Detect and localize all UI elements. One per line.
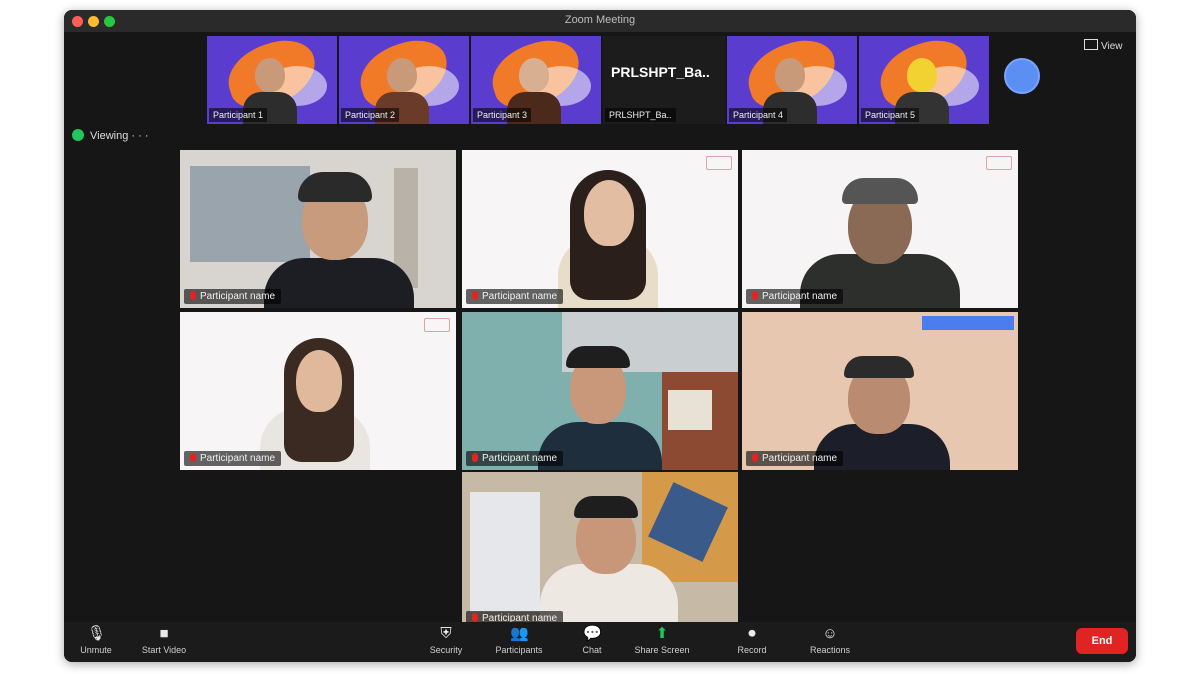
participant-name-label: Participant name	[466, 451, 564, 466]
thumbnail-name: PRLSHPT_Ba..	[605, 108, 676, 122]
shield-icon: ⛨	[440, 625, 452, 642]
video-tile[interactable]: Participant name	[180, 150, 456, 308]
logo	[706, 156, 732, 170]
thumbnail-tile[interactable]: Participant 1	[207, 36, 337, 124]
logo	[424, 318, 450, 332]
share-screen-button[interactable]: ⬆ Share Screen	[624, 624, 700, 656]
green-dot-icon	[72, 129, 84, 141]
thumbnail-name: Participant 1	[209, 108, 268, 122]
thumbnail-name: Participant 3	[473, 108, 532, 122]
video-tile[interactable]: Participant name	[180, 312, 456, 470]
chat-button[interactable]: 💬 Chat	[564, 624, 620, 656]
share-indicator[interactable]: Viewing · · ·	[72, 128, 148, 144]
video-tile[interactable]: Participant name	[462, 150, 738, 308]
participant-name-label: Participant name	[746, 289, 844, 304]
video-tile[interactable]: Participant name	[742, 150, 1018, 308]
window-title: Zoom Meeting	[564, 14, 636, 26]
thumbnail-tile[interactable]: Participant 2	[339, 36, 469, 124]
mic-muted-icon	[752, 453, 758, 462]
chat-icon: 💬	[583, 625, 602, 642]
mic-muted-icon	[190, 453, 196, 462]
participant-name-label: Participant name	[466, 289, 564, 304]
view-button[interactable]: View	[1084, 38, 1128, 56]
record-icon: ⏺	[748, 625, 756, 642]
people-icon: 👥	[510, 625, 529, 642]
mic-muted-icon	[472, 291, 478, 300]
reactions-button[interactable]: ☺ Reactions	[800, 624, 860, 656]
meeting-toolbar: 🎙 Unmute ■ Start Video ⛨ Security 👥 Particip…	[64, 622, 1136, 662]
participant-name-label: Participant name	[184, 451, 282, 466]
video-tile[interactable]: Participant name	[462, 312, 738, 470]
camera-icon: ■	[159, 625, 169, 642]
view-label: View	[1101, 41, 1123, 52]
title-bar: Zoom Meeting	[64, 10, 1136, 32]
logo	[986, 156, 1012, 170]
security-button[interactable]: ⛨ Security	[414, 624, 478, 656]
thumbnail-name: Participant 4	[729, 108, 788, 122]
share-screen-icon: ⬆	[655, 625, 669, 642]
participant-name-label: Participant name	[184, 289, 282, 304]
participants-button[interactable]: 👥 Participants	[482, 624, 556, 656]
thumbnail-tile[interactable]: Participant 5	[859, 36, 989, 124]
thumbnail-name: Participant 2	[341, 108, 400, 122]
record-button[interactable]: ⏺ Record	[704, 624, 800, 656]
thumbnail-big-name: PRLSHPT_Ba..	[611, 64, 710, 80]
thumbnail-tile[interactable]: PRLSHPT_Ba.. PRLSHPT_Ba..	[603, 36, 725, 124]
end-meeting-button[interactable]: End	[1076, 628, 1128, 654]
grid-icon	[1084, 39, 1098, 50]
emoji-icon: ☺	[822, 625, 838, 642]
zoom-window: Zoom Meeting Participant 1 Participant 2…	[64, 10, 1136, 662]
mic-muted-icon	[752, 291, 758, 300]
mic-muted-icon	[190, 291, 196, 300]
unmute-button[interactable]: 🎙 Unmute	[64, 624, 128, 656]
thumbnail-tile[interactable]: Participant 4	[727, 36, 857, 124]
profile-avatar-button[interactable]	[1004, 58, 1040, 94]
share-indicator-label: Viewing · · ·	[90, 130, 149, 142]
participant-name-label: Participant name	[746, 451, 844, 466]
thumbnail-name: Participant 5	[861, 108, 920, 122]
thumbnail-tile[interactable]: Participant 3	[471, 36, 601, 124]
video-tile[interactable]: Participant name	[742, 312, 1018, 470]
video-tile[interactable]: Participant name	[462, 472, 738, 630]
microphone-icon: 🎙	[87, 625, 107, 642]
mic-muted-icon	[472, 613, 478, 622]
start-video-button[interactable]: ■ Start Video	[128, 624, 200, 656]
mic-muted-icon	[472, 453, 478, 462]
